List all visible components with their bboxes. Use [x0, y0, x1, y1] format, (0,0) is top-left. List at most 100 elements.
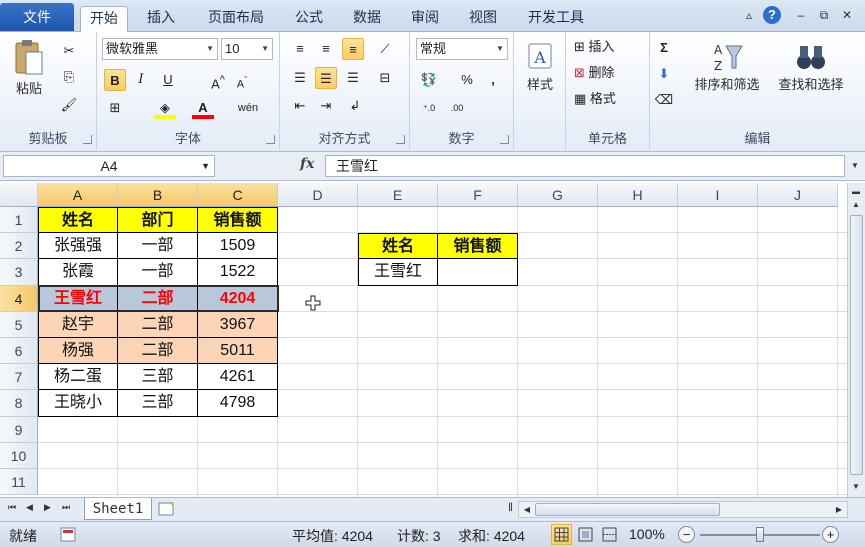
decrease-decimal-icon[interactable]: .00 [446, 97, 468, 119]
scroll-up-icon[interactable]: ▲ [848, 197, 864, 213]
zoom-level[interactable]: 100% [629, 526, 665, 542]
table-cell[interactable]: 3967 [198, 311, 278, 338]
italic-button[interactable]: I [130, 69, 152, 91]
horizontal-scroll-thumb[interactable] [535, 503, 720, 516]
macro-record-icon[interactable] [60, 527, 76, 542]
row-header[interactable]: 1 [0, 207, 38, 234]
table-cell[interactable]: 部门 [118, 207, 198, 234]
bold-button[interactable]: B [104, 69, 126, 91]
last-sheet-icon[interactable]: ⏭ [62, 502, 70, 513]
table-cell[interactable]: 王晓小 [38, 390, 118, 417]
orientation-icon[interactable]: ⟋ [374, 38, 396, 60]
clear-icon[interactable]: ⌫ [653, 89, 675, 111]
wrap-text-icon[interactable]: ↲ [344, 95, 366, 117]
tab-page-layout[interactable]: 页面布局 [198, 6, 274, 32]
table-cell[interactable]: 销售额 [438, 233, 518, 260]
restore-icon[interactable]: ⧉ [815, 6, 833, 24]
paste-button[interactable]: 粘贴 [6, 38, 52, 97]
align-center-icon[interactable]: ☰ [315, 67, 337, 89]
vertical-scroll-thumb[interactable] [850, 215, 863, 475]
expand-formula-bar-icon[interactable]: ▼ [847, 158, 863, 174]
fill-icon[interactable]: ⬇ [653, 63, 675, 85]
zoom-in-icon[interactable]: + [822, 526, 839, 543]
table-cell[interactable]: 销售额 [198, 207, 278, 234]
select-all-corner[interactable] [0, 183, 38, 207]
align-left-icon[interactable]: ☰ [289, 67, 311, 89]
scroll-right-icon[interactable]: ▶ [831, 502, 847, 518]
close-icon[interactable]: ✕ [838, 6, 856, 24]
tab-insert[interactable]: 插入 [136, 6, 186, 32]
row-header[interactable]: 4 [0, 285, 38, 312]
sheet-tab-sheet1[interactable]: Sheet1 [84, 498, 152, 520]
table-cell[interactable]: 杨二蛋 [38, 364, 118, 391]
column-header[interactable]: F [438, 183, 518, 207]
borders-icon[interactable]: ⊞ [104, 97, 126, 119]
tab-formulas[interactable]: 公式 [286, 6, 332, 32]
align-bottom-icon[interactable]: ≡ [342, 38, 364, 60]
row-header[interactable]: 9 [0, 416, 38, 443]
table-cell[interactable]: 王雪红 [38, 285, 118, 312]
copy-icon[interactable]: ⎘ [58, 66, 80, 88]
column-header[interactable]: C [198, 183, 278, 207]
worksheet-grid[interactable]: ABCDEFGHIJ 1 2 3 4 5 6 7 8 9 10 11 姓名 部门 销售额 张强强 一部 150… [0, 183, 847, 497]
column-header[interactable]: J [758, 183, 838, 207]
tab-data[interactable]: 数据 [344, 6, 390, 32]
zoom-slider-thumb[interactable] [756, 527, 764, 542]
tab-developer[interactable]: 开发工具 [518, 6, 594, 32]
page-layout-view-icon[interactable] [575, 524, 596, 545]
table-cell[interactable]: 姓名 [38, 207, 118, 234]
table-cell[interactable]: 1522 [198, 259, 278, 286]
phonetic-icon[interactable]: wén [237, 97, 259, 119]
table-cell[interactable]: 王雪红 [358, 259, 438, 286]
fill-color-icon[interactable]: ◈ [154, 97, 176, 119]
row-header[interactable]: 5 [0, 311, 38, 338]
help-icon[interactable]: ? [763, 6, 781, 24]
page-break-view-icon[interactable] [599, 524, 620, 545]
table-cell[interactable]: 二部 [118, 285, 198, 312]
table-cell[interactable]: 1509 [198, 233, 278, 260]
next-sheet-icon[interactable]: ▶ [44, 502, 51, 513]
tab-view[interactable]: 视图 [460, 6, 506, 32]
column-header[interactable]: D [278, 183, 358, 207]
format-cells-button[interactable]: ▦ 格式 [574, 89, 616, 109]
merge-center-icon[interactable]: ⊟ [374, 67, 396, 89]
shrink-font-icon[interactable]: Aˇ [231, 69, 253, 91]
new-sheet-icon[interactable] [156, 501, 178, 517]
minimize-icon[interactable]: – [792, 6, 810, 24]
table-cell[interactable]: 二部 [118, 338, 198, 365]
table-cell[interactable]: 5011 [198, 338, 278, 365]
table-cell[interactable]: 一部 [118, 233, 198, 260]
row-header[interactable]: 10 [0, 442, 38, 469]
table-cell[interactable]: 张强强 [38, 233, 118, 260]
autosum-button[interactable]: Σ [653, 37, 675, 59]
increase-indent-icon[interactable]: ⇥ [315, 95, 337, 117]
align-top-icon[interactable]: ≡ [289, 38, 311, 60]
column-header[interactable]: E [358, 183, 438, 207]
decrease-indent-icon[interactable]: ⇤ [289, 95, 311, 117]
first-sheet-icon[interactable]: ⏮ [8, 502, 16, 513]
font-color-icon[interactable]: A [192, 97, 214, 119]
insert-function-button[interactable]: fx [300, 156, 314, 172]
align-middle-icon[interactable]: ≡ [315, 38, 337, 60]
underline-button[interactable]: U [157, 69, 179, 91]
column-header[interactable]: G [518, 183, 598, 207]
insert-cells-button[interactable]: ⊞ 插入 [574, 37, 615, 57]
column-header[interactable]: A [38, 183, 118, 207]
table-cell[interactable]: 4798 [198, 390, 278, 417]
cut-icon[interactable]: ✂ [58, 40, 80, 62]
prev-sheet-icon[interactable]: ◀ [26, 502, 33, 513]
grow-font-icon[interactable]: A^ [207, 69, 229, 91]
minimize-ribbon-icon[interactable]: ▵ [740, 6, 758, 24]
table-cell[interactable]: 张霞 [38, 259, 118, 286]
row-header[interactable]: 11 [0, 469, 38, 496]
table-cell[interactable]: 杨强 [38, 338, 118, 365]
row-header[interactable]: 3 [0, 259, 38, 286]
row-header[interactable]: 7 [0, 364, 38, 391]
tab-home[interactable]: 开始 [80, 6, 128, 33]
number-format-combo[interactable]: 常规 ▼ [416, 38, 508, 60]
name-box[interactable]: A4 ▼ [3, 155, 215, 177]
horizontal-scrollbar[interactable]: ◀ ▶ [518, 501, 848, 518]
formula-input[interactable]: 王雪红 [325, 155, 845, 177]
row-header[interactable]: 6 [0, 338, 38, 365]
format-painter-icon[interactable]: 🖌 [58, 94, 80, 116]
